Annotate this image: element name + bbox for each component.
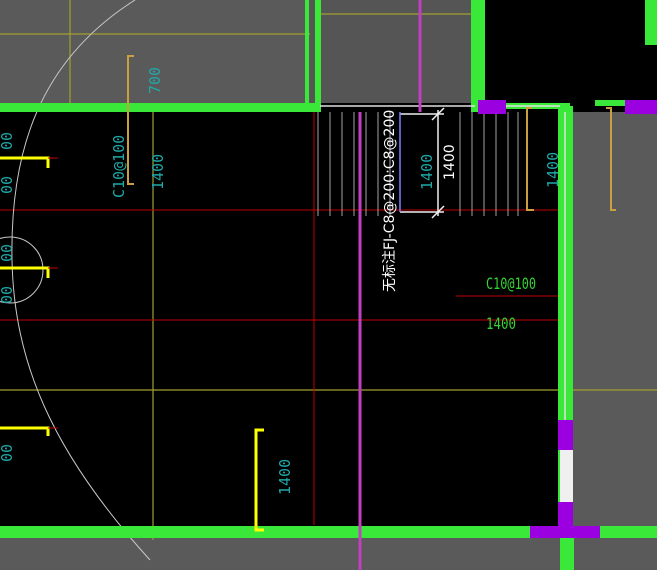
rebar-label-c10-right: C10@100 <box>486 274 536 293</box>
dimension-value-1400: 1400 <box>442 144 458 180</box>
rebar-label-c10-left: C10@100 <box>110 135 128 198</box>
length-label-1400-right: 1400 <box>486 314 516 333</box>
length-label-1400-a: 1400 <box>149 154 167 190</box>
length-label-1400-b: 1400 <box>276 459 294 495</box>
length-label-700: 700 <box>146 67 164 94</box>
left-edge-label-2: 00 <box>0 176 16 194</box>
grey-region-right <box>573 112 657 527</box>
left-edge-label-4: 00 <box>0 286 16 304</box>
left-edge-label-5: 00 <box>0 444 16 462</box>
cad-drawing-viewport[interactable]: C10@100 1400 700 1400 1400 1400 1400 无标注… <box>0 0 657 570</box>
grey-region-bottom <box>0 538 657 570</box>
dark-region-top-right <box>485 0 657 100</box>
length-label-1400-c: 1400 <box>418 154 436 190</box>
length-label-1400-d: 1400 <box>544 152 562 188</box>
white-door-segment <box>560 450 573 502</box>
grey-region-top-mid <box>310 0 480 103</box>
left-edge-label-3: 00 <box>0 244 16 262</box>
unmarked-rebar-note: 无标注FJ-C8@200:C8@200 <box>382 110 398 292</box>
left-edge-label-1: 00 <box>0 132 16 150</box>
